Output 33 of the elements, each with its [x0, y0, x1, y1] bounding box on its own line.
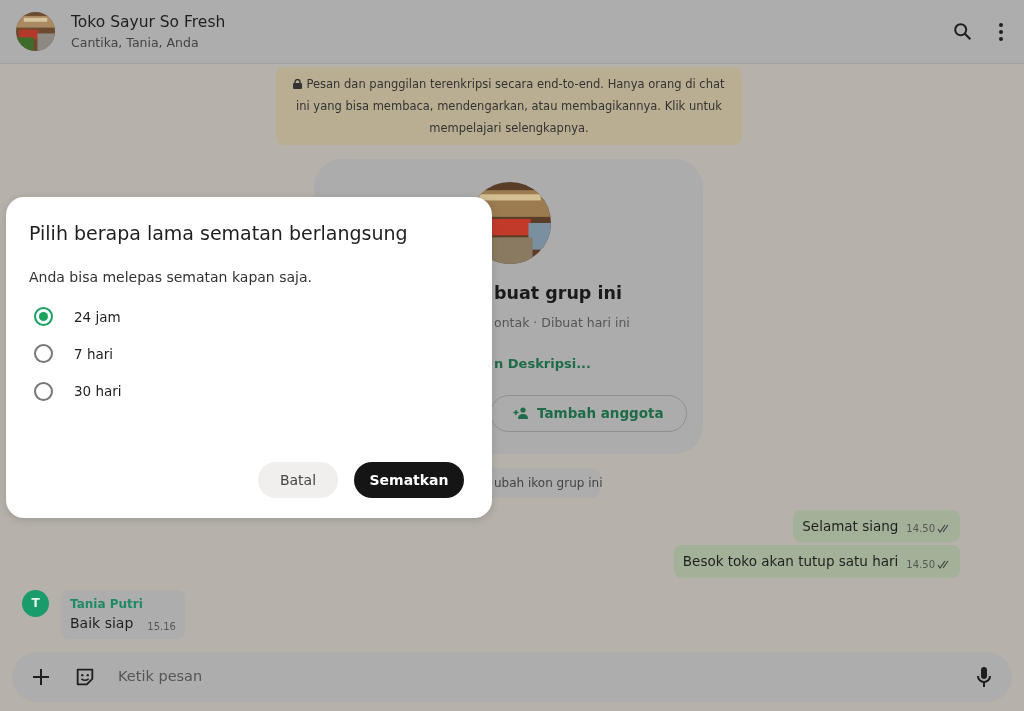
dialog-title: Pilih berapa lama sematan berlangsung: [29, 221, 409, 246]
chat-title: Toko Sayur So Fresh: [71, 11, 227, 33]
sticker-icon[interactable]: [74, 666, 96, 688]
add-icon[interactable]: [32, 668, 50, 686]
cancel-button[interactable]: Batal: [258, 462, 338, 498]
menu-icon[interactable]: [998, 21, 1004, 42]
message-text: Selamat siang: [802, 517, 899, 536]
message-time: 15.16: [147, 619, 176, 634]
radio-button[interactable]: [34, 381, 53, 401]
double-tick-icon: [937, 524, 951, 534]
option-label[interactable]: 7 hari: [74, 343, 113, 364]
group-title: buat grup ini: [494, 282, 623, 305]
composer-bar[interactable]: Ketik pesan: [12, 652, 1012, 702]
add-person-icon: [513, 407, 529, 419]
message-time: 14.50: [906, 522, 935, 537]
dialog-description: Anda bisa melepas sematan kapan saja.: [29, 267, 313, 287]
double-tick-icon: [937, 559, 951, 569]
search-icon[interactable]: [952, 20, 974, 43]
option-label[interactable]: 30 hari: [74, 381, 122, 402]
pin-button[interactable]: Sematkan: [354, 462, 464, 498]
message-text: Baik siap: [70, 613, 134, 633]
message-time: 14.50: [906, 557, 935, 572]
system-message: ubah ikon grup ini: [490, 468, 600, 498]
lock-icon: [293, 79, 303, 89]
member-list: Cantika, Tania, Anda: [71, 33, 948, 53]
option-label[interactable]: 24 jam: [74, 306, 121, 327]
encryption-notice[interactable]: Pesan dan panggilan terenkripsi secara end-to-end. Hanya orang di chat ini yang bisa membaca, mendengarkan, atau membagikannya. Klik untuk mempelajari selengkapnya.: [276, 67, 742, 145]
radio-button[interactable]: [34, 307, 53, 327]
message-input[interactable]: Ketik pesan: [116, 665, 972, 689]
message-text: Besok toko akan tutup satu hari: [682, 552, 899, 572]
radio-button[interactable]: [34, 344, 53, 364]
microphone-icon[interactable]: [976, 666, 992, 688]
group-meta: ontak · Dibuat hari ini: [494, 314, 631, 333]
